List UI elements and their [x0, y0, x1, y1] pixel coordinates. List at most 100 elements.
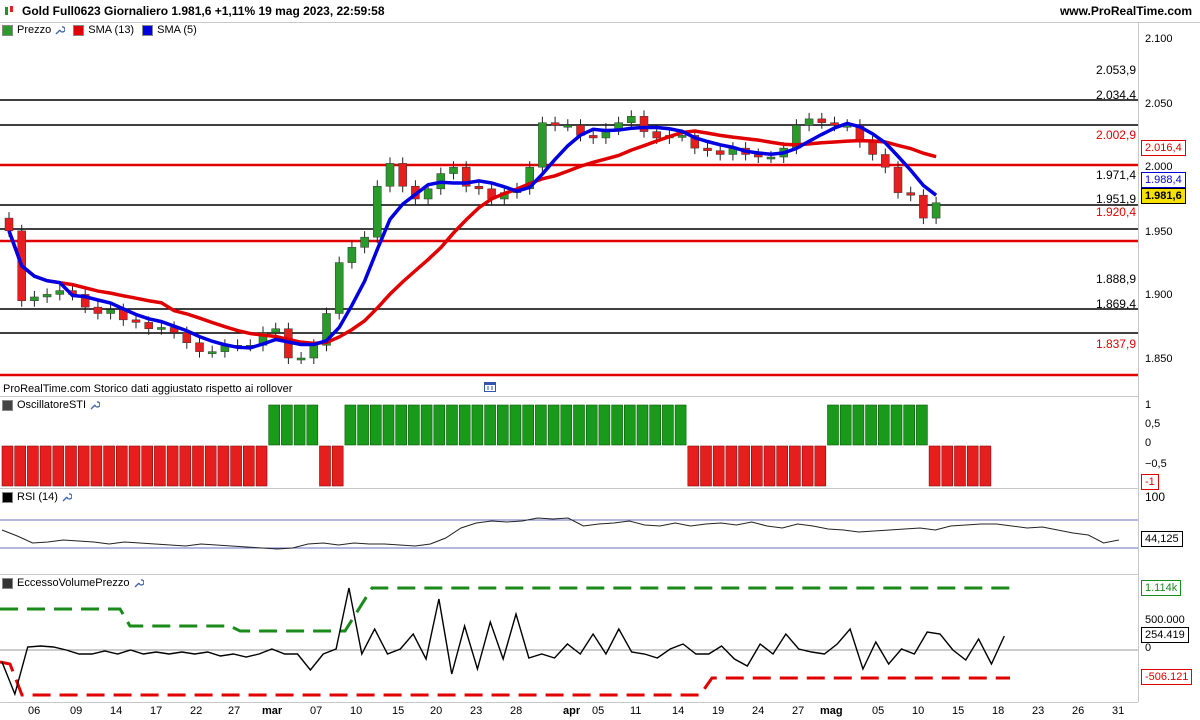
sma5-line — [7, 121, 938, 350]
x-axis-label: 24 — [752, 705, 765, 717]
volume-value-tag: 254.419 — [1141, 627, 1189, 643]
price-tick: 2.050 — [1145, 98, 1173, 110]
rsi-value-tag: 44,125 — [1141, 531, 1183, 547]
sti-bar — [865, 404, 877, 446]
rsi-line — [1, 517, 1119, 550]
x-axis-label: 11 — [630, 705, 642, 717]
candle-body — [55, 290, 65, 295]
x-axis-label: mag — [820, 705, 843, 717]
sti-bar — [877, 404, 890, 446]
level-label: 1.869,4 — [1095, 297, 1136, 311]
candle-body — [906, 192, 915, 196]
sti-bar — [916, 404, 928, 446]
sti-bar — [814, 445, 827, 487]
sti-axis[interactable]: 1 0,5 0 −0,5 -1 — [1138, 396, 1200, 490]
x-axis-label: 06 — [28, 705, 41, 717]
candle-body — [296, 357, 306, 361]
x-axis-label: 10 — [350, 705, 363, 717]
candle-body — [398, 163, 407, 187]
sti-bar — [192, 445, 204, 487]
price-value-tag: 1.981,6 — [1141, 188, 1186, 204]
calendar-icon[interactable] — [484, 381, 496, 392]
x-axis-label: 07 — [310, 705, 323, 717]
sti-chart[interactable] — [0, 396, 1138, 488]
candle-body — [893, 166, 903, 193]
chart-title-bar: Gold Full0623 Giornaliero 1.981,6 +1,11%… — [0, 0, 1200, 23]
level-label: 1.920,4 — [1095, 205, 1136, 219]
sti-bar — [395, 404, 408, 446]
sti-bar — [52, 445, 65, 487]
sti-bar — [547, 404, 560, 446]
x-axis[interactable]: 06 09 14 17 22 27 mar 07 10 15 20 23 28 apr 05 11 14 19 24… — [0, 702, 1138, 720]
sti-bar — [662, 404, 674, 446]
sti-bar — [674, 404, 687, 446]
sti-bar — [1, 445, 14, 487]
sti-bar — [535, 404, 547, 446]
sti-bar — [700, 445, 712, 487]
rsi-tick: 100 — [1145, 490, 1166, 504]
sti-bar — [331, 445, 344, 487]
sti-bar — [687, 445, 700, 487]
volume-axis[interactable]: 500.000 0 1.114k 254.419 -506.121 — [1138, 574, 1200, 702]
candle-body — [309, 345, 319, 359]
sti-bar — [573, 404, 585, 446]
sti-bar — [154, 445, 166, 487]
rsi-axis[interactable]: 100 44,125 — [1138, 488, 1200, 574]
candle-body — [334, 262, 344, 314]
sti-bar — [649, 404, 662, 446]
x-axis-label: 05 — [872, 705, 885, 717]
candle-body — [106, 309, 115, 314]
candle-body — [182, 332, 192, 343]
level-label: 2.002,9 — [1095, 128, 1136, 142]
x-axis-label: mar — [262, 705, 283, 717]
sti-bar — [966, 445, 979, 487]
candle-body — [207, 351, 217, 354]
sti-bar — [738, 445, 750, 487]
candle-body — [347, 247, 357, 263]
sti-bar — [357, 404, 369, 446]
candle-body — [4, 217, 14, 232]
candle-body — [93, 306, 103, 314]
sti-bar — [496, 404, 509, 446]
price-chart[interactable] — [0, 22, 1138, 396]
chart-type-icon[interactable] — [4, 5, 14, 17]
sti-bar — [306, 404, 319, 446]
x-axis-label: 14 — [672, 705, 685, 717]
sti-bar — [903, 404, 916, 446]
candle-body — [830, 122, 839, 126]
brand-link[interactable]: www.ProRealTime.com — [1060, 4, 1192, 18]
sti-bar — [560, 404, 573, 446]
sti-tick: 0 — [1145, 437, 1152, 449]
sti-bar — [217, 445, 230, 487]
sti-bar — [712, 445, 725, 487]
volume-chart[interactable] — [0, 574, 1138, 702]
price-axis[interactable]: 2.100 2.050 2.000 1.950 1.900 1.850 2.01… — [1138, 22, 1200, 396]
sti-tick: −0,5 — [1145, 458, 1167, 470]
candle-body — [881, 154, 890, 168]
sma5-value-tag: 1.988,4 — [1141, 172, 1186, 188]
candle-body — [563, 124, 573, 128]
sti-bar — [204, 445, 217, 487]
sti-bar — [255, 445, 268, 487]
candle-body — [817, 118, 827, 123]
x-axis-label: 20 — [430, 705, 443, 717]
sti-bar — [636, 404, 649, 446]
x-axis-label: 14 — [110, 705, 123, 717]
candle-body — [373, 186, 382, 238]
volume-lower-dashed — [0, 660, 1010, 697]
sti-bar — [243, 445, 255, 487]
sti-bar — [39, 445, 52, 487]
sti-bar — [941, 445, 954, 487]
rsi-chart[interactable] — [0, 488, 1138, 574]
sti-bar — [166, 445, 179, 487]
candle-body — [652, 131, 661, 139]
candle-body — [157, 327, 166, 330]
candle-body — [42, 294, 52, 298]
sti-bar — [801, 445, 814, 487]
sti-bar — [116, 445, 128, 487]
sti-bar — [611, 404, 623, 446]
sti-bar — [839, 404, 852, 446]
sti-bar — [484, 404, 496, 446]
volume-line — [1, 587, 1005, 697]
candle-body — [385, 163, 395, 187]
